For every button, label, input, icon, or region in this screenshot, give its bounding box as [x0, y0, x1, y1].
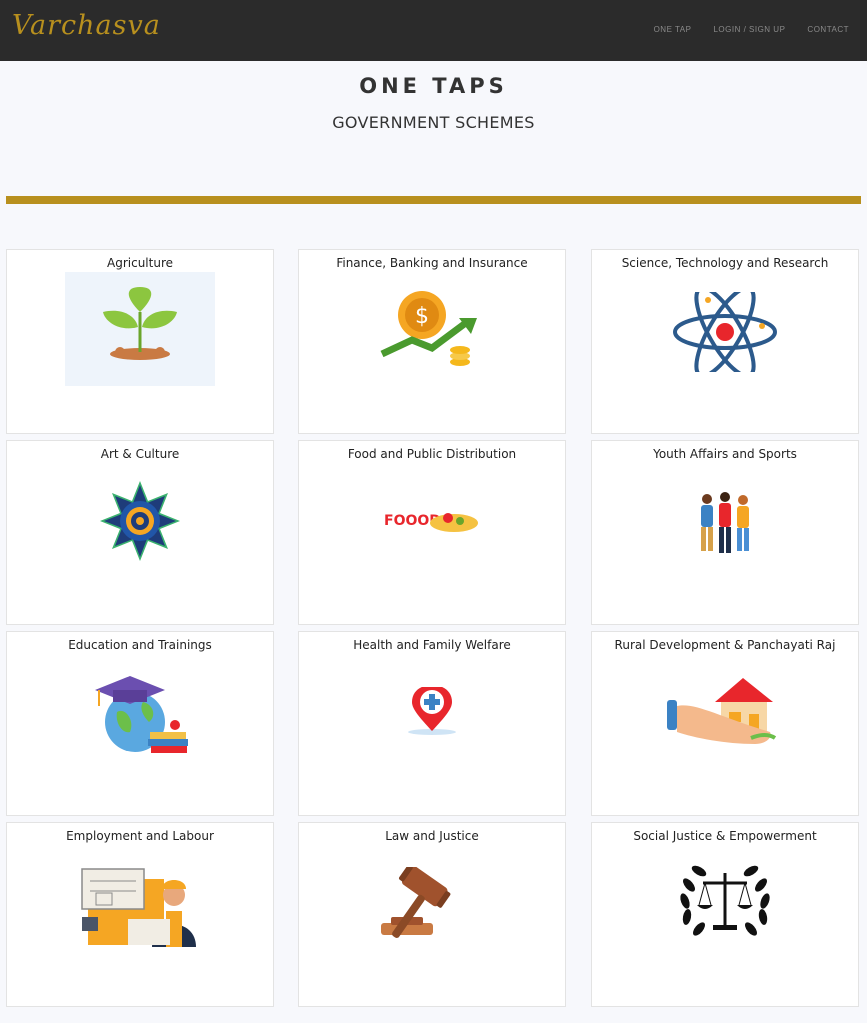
food-plate-icon: FOOOD [384, 513, 478, 532]
card-law[interactable]: Law and Justice [298, 822, 566, 1007]
card-rural[interactable]: Rural Development & Panchayati Raj [591, 631, 859, 816]
page-subtitle: GOVERNMENT SCHEMES [332, 113, 535, 132]
health-location-pin-icon [408, 687, 456, 735]
card-science[interactable]: Science, Technology and Research [591, 249, 859, 434]
gavel-icon [381, 867, 451, 938]
navbar: Varchasva ONE TAP LOGIN / SIGN UP CONTAC… [0, 0, 867, 61]
card-title: Law and Justice [385, 829, 479, 843]
card-title: Education and Trainings [68, 638, 212, 652]
svg-text:$: $ [415, 304, 429, 329]
card-art-culture[interactable]: Art & Culture [6, 440, 274, 625]
page-title: ONE TAPS [359, 74, 508, 98]
hand-house-icon [667, 678, 777, 744]
youth-group-icon [701, 492, 749, 553]
card-title: Food and Public Distribution [347, 447, 517, 461]
card-education[interactable]: Education and Trainings [6, 631, 274, 816]
card-title: Rural Development & Panchayati Raj [614, 638, 836, 652]
card-employment[interactable]: Employment and Labour [6, 822, 274, 1007]
graduation-globe-icon [95, 676, 188, 753]
card-title: Agriculture [107, 256, 173, 270]
card-title: Youth Affairs and Sports [653, 447, 797, 461]
mandala-icon [100, 481, 180, 561]
card-title: Finance, Banking and Insurance [336, 256, 528, 270]
card-youth[interactable]: Youth Affairs and Sports [591, 440, 859, 625]
card-health[interactable]: Health and Family Welfare [298, 631, 566, 816]
card-social-justice[interactable]: Social Justice & Empowerment [591, 822, 859, 1007]
worker-blueprint-icon [81, 868, 196, 947]
card-title: Art & Culture [100, 447, 180, 461]
card-food[interactable]: Food and Public Distribution FOOOD [298, 440, 566, 625]
card-finance[interactable]: Finance, Banking and Insurance $ [298, 249, 566, 434]
nav-link-login-signup[interactable]: LOGIN / SIGN UP [713, 25, 785, 34]
coin-growth-arrow-icon: $ [380, 291, 477, 366]
nav-link-one-tap[interactable]: ONE TAP [654, 25, 692, 34]
nav-link-contact[interactable]: CONTACT [807, 25, 849, 34]
plant-sprout-icon [65, 272, 215, 386]
card-title: Health and Family Welfare [353, 638, 511, 652]
card-title: Science, Technology and Research [621, 256, 829, 270]
scales-laurel-icon [680, 865, 770, 936]
atom-icon [673, 292, 777, 372]
card-title: Social Justice & Empowerment [633, 829, 817, 843]
nav-links: ONE TAP LOGIN / SIGN UP CONTACT [654, 25, 849, 34]
divider-bar [6, 196, 861, 204]
card-agriculture[interactable]: Agriculture [6, 249, 274, 434]
site-logo[interactable]: Varchasva [12, 10, 161, 41]
card-title: Employment and Labour [66, 829, 214, 843]
